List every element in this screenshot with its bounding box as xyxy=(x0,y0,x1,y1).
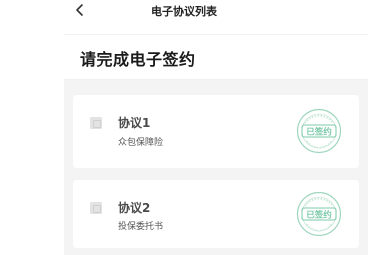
agreement-title: 协议1 xyxy=(118,116,151,130)
page-heading: 请完成电子签约 xyxy=(80,50,196,69)
stamp-text: 已签约 xyxy=(306,210,332,221)
agreement-subtitle: 投保委托书 xyxy=(118,222,164,232)
page: 电子协议列表 请完成电子签约 协议1 众包保障险 已签约 协议2 投保委托书 已… xyxy=(0,0,368,255)
agreement-card-2[interactable]: 协议2 投保委托书 已签约 xyxy=(73,180,359,248)
heading-area: 请完成电子签约 xyxy=(64,34,368,80)
agreement-title: 协议2 xyxy=(118,201,151,215)
checkbox-icon[interactable] xyxy=(90,202,102,214)
signed-stamp-icon: 已签约 xyxy=(296,191,342,237)
signed-stamp-icon: 已签约 xyxy=(296,108,342,154)
stamp-text: 已签约 xyxy=(306,127,332,138)
agreement-list: 协议1 众包保障险 已签约 协议2 投保委托书 已签约 xyxy=(64,80,368,255)
agreement-subtitle: 众包保障险 xyxy=(118,138,164,148)
checkbox-icon[interactable] xyxy=(90,117,102,129)
navbar: 电子协议列表 xyxy=(0,0,368,22)
agreement-card-1[interactable]: 协议1 众包保障险 已签约 xyxy=(73,95,359,168)
nav-title: 电子协议列表 xyxy=(151,5,217,18)
